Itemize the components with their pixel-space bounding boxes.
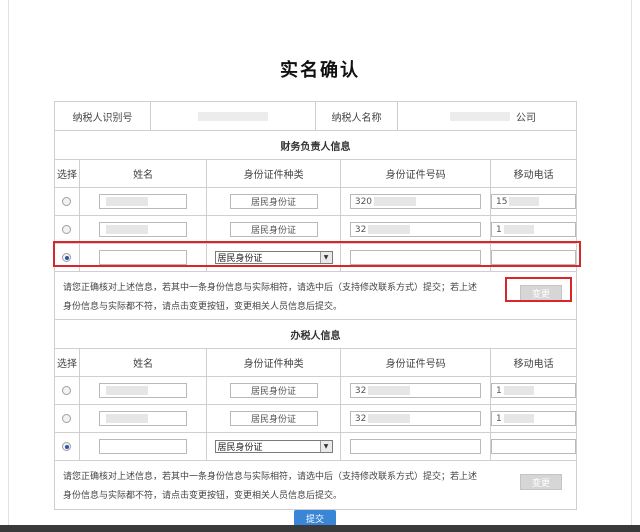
finance-id-number-2[interactable]: 32 [349,222,481,237]
header-select: 选择 [55,349,80,376]
finance-radio-1[interactable] [62,197,72,206]
finance-name-input-2[interactable] [99,222,188,237]
finance-radio-2[interactable] [62,225,72,234]
header-id-number: 身份证件号码 [341,349,492,376]
agent-id-number-2[interactable]: 32 [349,411,481,426]
finance-note-row: 请您正确核对上述信息，若其中一条身份信息与实际相符，请选中后（支持修改联系方式）… [55,272,576,320]
finance-id-number-1[interactable]: 320 [349,194,481,209]
submit-button[interactable]: 提交 [294,510,336,526]
agent-header-row: 选择 姓名 身份证件种类 身份证件号码 移动电话 [55,349,576,377]
finance-note: 请您正确核对上述信息，若其中一条身份信息与实际相符，请选中后（支持修改联系方式）… [63,283,478,312]
dropdown-arrow-icon: ▼ [319,441,332,452]
finance-row-1: 居民身份证 320 15 [55,188,577,216]
agent-change-button[interactable]: 变更 [520,474,562,490]
agent-phone-3[interactable] [491,439,577,454]
finance-header-row: 选择 姓名 身份证件种类 身份证件号码 移动电话 [55,160,576,188]
finance-row-2: 居民身份证 32 1 [55,216,577,244]
agent-id-type-select[interactable]: 居民身份证 ▼ [214,440,333,453]
agent-id-number-3[interactable] [349,439,481,454]
header-id-number: 身份证件号码 [341,160,492,187]
agent-note: 请您正确核对上述信息，若其中一条身份信息与实际相符，请选中后（支持修改联系方式）… [63,472,478,501]
finance-id-type-2[interactable]: 居民身份证 [229,222,318,237]
agent-row-3: 居民身份证 ▼ [55,433,577,461]
taxpayer-id-label: 纳税人识别号 [55,102,151,130]
taxpayer-id-value [151,102,316,130]
agent-phone-2[interactable]: 1 [491,411,577,426]
agent-note-row: 请您正确核对上述信息，若其中一条身份信息与实际相符，请选中后（支持修改联系方式）… [55,461,576,509]
agent-id-type-1[interactable]: 居民身份证 [229,383,318,398]
taxpayer-name-label: 纳税人名称 [316,102,398,130]
agent-radio-1[interactable] [62,386,72,395]
agent-name-input-2[interactable] [99,411,188,426]
agent-id-type-2[interactable]: 居民身份证 [229,411,318,426]
agent-row-1: 居民身份证 32 1 [55,377,577,405]
page-title: 实名确认 [280,60,360,81]
agent-name-input-1[interactable] [99,383,188,398]
header-phone: 移动电话 [513,359,554,370]
agent-name-input-3[interactable] [99,439,188,454]
agent-radio-2[interactable] [62,414,72,423]
taxpayer-name-value: 公司 [398,102,576,130]
taxpayer-name-suffix: 公司 [516,112,536,124]
finance-phone-2[interactable]: 1 [491,222,577,237]
finance-section-title: 财务负责人信息 [55,131,576,160]
highlight-change-button [505,277,572,302]
highlight-selected-row [53,241,581,267]
header-id-type: 身份证件种类 [207,349,341,376]
header-id-type: 身份证件种类 [207,160,341,187]
bottom-bar [0,525,640,532]
agent-row-2: 居民身份证 32 1 [55,405,577,433]
header-phone: 移动电话 [513,170,554,181]
taxpayer-info-row: 纳税人识别号 纳税人名称 公司 [55,102,576,131]
agent-radio-3[interactable] [62,442,72,451]
finance-phone-1[interactable]: 15 [491,194,577,209]
finance-id-type-1[interactable]: 居民身份证 [229,194,318,209]
header-name: 姓名 [80,349,208,376]
header-name: 姓名 [80,160,208,187]
agent-phone-1[interactable]: 1 [491,383,577,398]
finance-name-input-1[interactable] [99,194,188,209]
agent-section-title: 办税人信息 [55,320,576,349]
realname-form: 纳税人识别号 纳税人名称 公司 财务负责人信息 选择 姓名 身份证件种类 身份证… [54,101,577,510]
agent-id-number-1[interactable]: 32 [349,383,481,398]
header-select: 选择 [55,160,80,187]
